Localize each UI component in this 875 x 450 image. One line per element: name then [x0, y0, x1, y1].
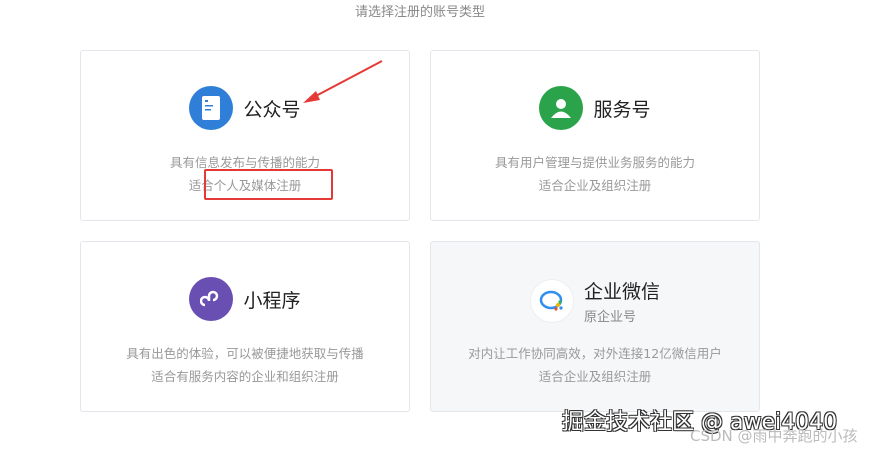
link-icon	[189, 277, 234, 321]
watermark-csdn: CSDN @雨中奔跑的小孩	[690, 427, 858, 445]
annotation-highlight-box	[204, 169, 333, 200]
card-title: 服务号	[593, 98, 651, 121]
card-desc: 适合有服务内容的企业和组织注册	[151, 369, 339, 384]
card-desc: 适合企业及组织注册	[538, 178, 652, 193]
card-service-account[interactable]: 服务号 具有用户管理与提供业务服务的能力 适合企业及组织注册	[430, 50, 760, 221]
card-title: 企业微信	[583, 281, 660, 303]
wecom-icon	[529, 279, 574, 323]
card-subtitle: 原企业号	[583, 310, 636, 325]
card-title: 公众号	[243, 98, 301, 121]
card-wecom[interactable]: 企业微信 原企业号 对内让工作协同高效，对外连接12亿微信用户 适合企业及组织注册	[430, 241, 760, 412]
card-desc: 具有出色的体验，可以被便捷地获取与传播	[126, 346, 364, 361]
document-icon	[189, 86, 234, 130]
card-desc: 适合企业及组织注册	[538, 369, 652, 384]
card-desc: 具有用户管理与提供业务服务的能力	[494, 155, 695, 170]
card-mini-program[interactable]: 小程序 具有出色的体验，可以被便捷地获取与传播 适合有服务内容的企业和组织注册	[80, 241, 410, 412]
card-title: 小程序	[243, 289, 301, 312]
card-desc: 对内让工作协同高效，对外连接12亿微信用户	[468, 346, 722, 361]
user-icon	[539, 86, 584, 130]
page-subtitle: 请选择注册的账号类型	[354, 5, 485, 20]
